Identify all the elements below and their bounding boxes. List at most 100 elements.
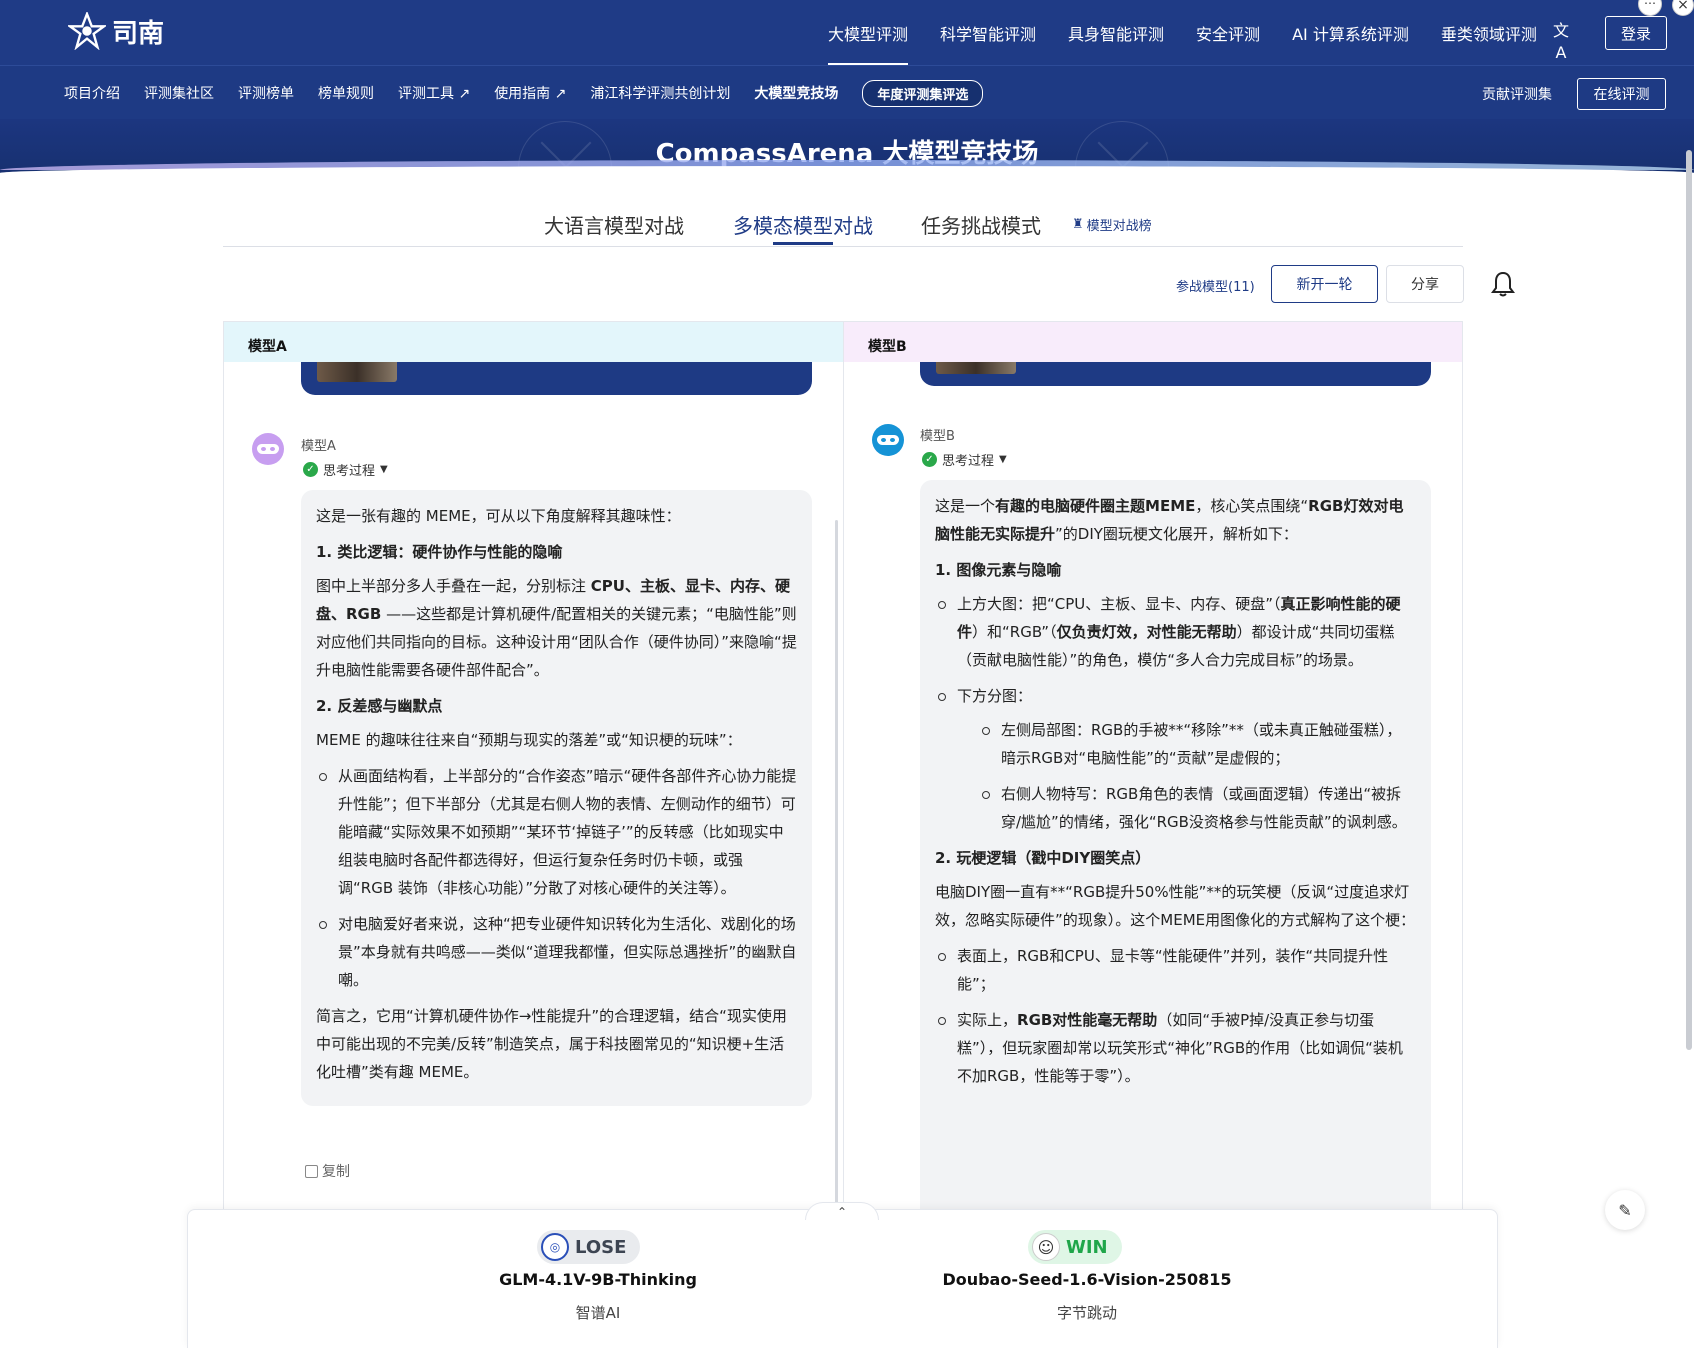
list-item: 下方分图： 左侧局部图：RGB的手被**“移除”**（或未真正触碰蛋糕），暗示R… (935, 682, 1416, 836)
check-icon: ✓ (922, 452, 937, 467)
answer-heading: 1. 图像元素与隐喻 (935, 561, 1062, 579)
copy-icon (305, 1164, 318, 1178)
mode-tabs: 大语言模型对战 多模态模型对战 任务挑战模式 (223, 200, 1463, 247)
model-a-label: 模型A (301, 439, 336, 454)
list-item: 上方大图：把“CPU、主板、显卡、内存、硬盘”（真正影响性能的硬件）和“RGB”… (935, 590, 1416, 674)
model-a-result-name: GLM-4.1V-9B-Thinking (499, 1270, 697, 1289)
subnav-intro[interactable]: 项目介绍 (52, 83, 132, 103)
user-image-message (301, 362, 812, 395)
bell-icon[interactable] (1490, 270, 1516, 298)
subnav-pujiang-plan[interactable]: 浦江科学评测共创计划 (578, 83, 742, 103)
win-badge: ☺ WIN (1028, 1230, 1122, 1264)
model-a-header: 模型A (224, 322, 843, 362)
model-b-result-org: 字节跳动 (1056, 1304, 1117, 1322)
sub-list: 左侧局部图：RGB的手被**“移除”**（或未真正触碰蛋糕），暗示RGB对“电脑… (979, 716, 1416, 836)
nav-llm-eval[interactable]: 大模型评测 (812, 0, 924, 65)
copy-button[interactable]: 复制 (305, 1161, 350, 1181)
answer-list: 从画面结构看，上半部分的“合作姿态”暗示“硬件各部件齐心协力能提升性能”；但下半… (316, 762, 797, 994)
model-b-header: 模型B (844, 322, 1462, 362)
lose-badge: ◎ LOSE (537, 1230, 641, 1264)
logo[interactable]: 司南 (68, 12, 164, 50)
collapse-toggle[interactable]: ⌃ (805, 1202, 879, 1220)
mask-icon (877, 435, 899, 445)
answer-paragraph: 这是一个有趣的电脑硬件圈主题MEME，核心笑点围绕“RGB灯效对电脑性能无实际提… (935, 492, 1416, 548)
panel-a-scrollbar[interactable] (835, 520, 838, 1210)
answer-paragraph: MEME 的趣味往往来自“预期与现实的落差”或“知识梗的玩味”： (316, 731, 742, 749)
list-item: 右侧人物特写：RGB角色的表情（或画面逻辑）传递出“被拆穿/尴尬”的情绪，强化“… (979, 780, 1416, 836)
bold-span: 有趣的电脑硬件圈主题MEME (995, 497, 1196, 515)
text-span: 这是一个 (935, 497, 996, 515)
text-span: ——这些都是计算机硬件/配置相关的关键元素；“电脑性能”则对应他们共同指向的目标… (316, 605, 797, 679)
caret-down-icon: ▼ (380, 464, 388, 475)
battle-result-bar (187, 1209, 1498, 1348)
meme-image-thumbnail[interactable] (936, 362, 1016, 374)
answer-paragraph: 这是一张有趣的 MEME，可从以下角度解释其趣味性： (316, 507, 681, 525)
mask-icon (257, 444, 279, 454)
model-a-answer: 这是一张有趣的 MEME，可从以下角度解释其趣味性： 1. 类比逻辑：硬件协作与… (301, 490, 812, 1106)
text-span: ）和“RGB”（ (972, 623, 1057, 641)
login-button[interactable]: 登录 (1605, 16, 1667, 50)
bold-span: 仅负责灯效，对性能无帮助 (1056, 623, 1237, 641)
user-image-message (920, 362, 1431, 386)
banner-curve (0, 166, 1694, 180)
tab-multimodal-battle[interactable]: 多模态模型对战 (733, 210, 873, 239)
page-scrollbar[interactable] (1686, 150, 1692, 1050)
nav-ai-compute-eval[interactable]: AI 计算系统评测 (1276, 0, 1425, 65)
model-b-label: 模型B (920, 429, 955, 444)
check-icon: ✓ (303, 462, 318, 477)
feedback-edit-icon[interactable]: ✎ (1605, 1190, 1645, 1230)
thinking-toggle[interactable]: ✓ 思考过程 ▼ (922, 450, 1007, 469)
nav-vertical-eval[interactable]: 垂类领域评测 (1425, 0, 1553, 65)
meme-image-thumbnail[interactable] (317, 362, 397, 382)
tab-task-challenge[interactable]: 任务挑战模式 (921, 210, 1041, 239)
list-item: 实际上，RGB对性能毫无帮助（如同“手被P掉/没真正参与切蛋糕”），但玩家圈却常… (935, 1006, 1416, 1090)
text-span: 实际上， (957, 1011, 1018, 1029)
subnav-guide[interactable]: 使用指南 ↗ (482, 83, 578, 103)
list-item: 表面上，RGB和CPU、显卡等“性能硬件”并列，装作“共同提升性能”； (935, 942, 1416, 998)
battle-rank-link[interactable]: ♜ 模型对战榜 (1072, 215, 1152, 234)
battle-rank-label: 模型对战榜 (1086, 219, 1152, 234)
nav-science-eval[interactable]: 科学智能评测 (924, 0, 1052, 65)
text-span: ，核心笑点围绕“ (1195, 497, 1309, 515)
trophy-icon: ♜ (1072, 217, 1084, 232)
translate-icon[interactable]: 文A (1550, 20, 1572, 62)
answer-list: 表面上，RGB和CPU、显卡等“性能硬件”并列，装作“共同提升性能”； 实际上，… (935, 942, 1416, 1090)
copy-label: 复制 (322, 1164, 350, 1180)
annual-dataset-pill[interactable]: 年度评测集评选 (862, 79, 984, 107)
list-item: 左侧局部图：RGB的手被**“移除”**（或未真正触碰蛋糕），暗示RGB对“电脑… (979, 716, 1416, 772)
answer-paragraph: 电脑DIY圈一直有**“RGB提升50%性能”**的玩笑梗（反讽“过度追求灯效，… (935, 883, 1416, 929)
model-a-avatar (252, 433, 284, 465)
subnav-tools[interactable]: 评测工具 ↗ (386, 83, 482, 103)
model-b-avatar (872, 424, 904, 456)
new-round-button[interactable]: 新开一轮 (1271, 265, 1378, 303)
subnav-arena[interactable]: 大模型竞技场 (742, 83, 850, 103)
online-eval-button[interactable]: 在线评测 (1577, 78, 1666, 110)
text-span: 下方分图： (957, 687, 1033, 705)
contribute-dataset-link[interactable]: 贡献评测集 (1482, 84, 1552, 104)
top-navbar: 司南 大模型评测 科学智能评测 具身智能评测 安全评测 AI 计算系统评测 垂类… (0, 0, 1694, 65)
doubao-logo-icon: ☺ (1032, 1233, 1060, 1261)
answer-list: 上方大图：把“CPU、主板、显卡、内存、硬盘”（真正影响性能的硬件）和“RGB”… (935, 590, 1416, 836)
sub-navbar: 项目介绍 评测集社区 评测榜单 榜单规则 评测工具 ↗ 使用指南 ↗ 浦江科学评… (0, 65, 1694, 119)
glm-logo-icon: ◎ (541, 1233, 569, 1261)
text-span: 上方大图：把“CPU、主板、显卡、内存、硬盘”（ (957, 595, 1281, 613)
model-b-result-name: Doubao-Seed-1.6-Vision-250815 (942, 1270, 1232, 1289)
subnav-rules[interactable]: 榜单规则 (306, 83, 386, 103)
participants-link[interactable]: 参战模型(11) (1176, 276, 1255, 295)
nav-safety-eval[interactable]: 安全评测 (1180, 0, 1276, 65)
text-span: 图中上半部分多人手叠在一起，分别标注 (316, 577, 591, 595)
thinking-toggle[interactable]: ✓ 思考过程 ▼ (303, 460, 388, 479)
tab-llm-battle[interactable]: 大语言模型对战 (544, 210, 684, 239)
nav-embodied-eval[interactable]: 具身智能评测 (1052, 0, 1180, 65)
text-span: ”的DIY圈玩梗文化展开，解析如下： (1055, 525, 1298, 543)
main-nav: 大模型评测 科学智能评测 具身智能评测 安全评测 AI 计算系统评测 垂类领域评… (812, 0, 1553, 65)
share-button[interactable]: 分享 (1386, 265, 1464, 303)
model-b-answer: 这是一个有趣的电脑硬件圈主题MEME，核心笑点围绕“RGB灯效对电脑性能无实际提… (920, 480, 1431, 1210)
subnav-dataset-community[interactable]: 评测集社区 (132, 83, 226, 103)
lose-label: LOSE (575, 1236, 627, 1258)
bold-span: RGB对性能毫无帮助 (1017, 1011, 1158, 1029)
subnav-leaderboard[interactable]: 评测榜单 (226, 83, 306, 103)
answer-paragraph: 简言之，它用“计算机硬件协作→性能提升”的合理逻辑，结合“现实使用中可能出现的不… (316, 1007, 787, 1081)
list-item: 对电脑爱好者来说，这种“把专业硬件知识转化为生活化、戏剧化的场景”本身就有共鸣感… (316, 910, 797, 994)
list-item: 从画面结构看，上半部分的“合作姿态”暗示“硬件各部件齐心协力能提升性能”；但下半… (316, 762, 797, 902)
